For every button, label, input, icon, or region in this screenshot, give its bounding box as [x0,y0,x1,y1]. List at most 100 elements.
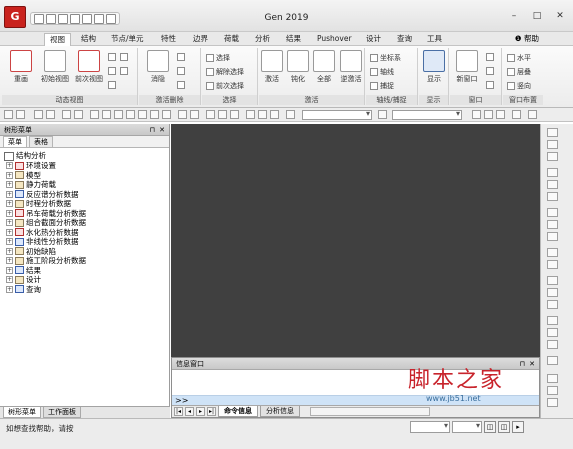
tool-icon[interactable] [138,110,147,119]
inactivate-button[interactable]: 钝化 [285,50,311,84]
tab-command-info[interactable]: 命令信息 [218,406,258,417]
tree-item[interactable]: + 吊车荷载分析数据 [4,209,169,219]
next-tab-icon[interactable]: ▸ [196,407,205,416]
tool-icon[interactable] [270,110,279,119]
expand-icon[interactable]: + [6,238,13,246]
expand-icon[interactable]: + [6,257,13,265]
tool-icon[interactable] [472,110,481,119]
tree-item[interactable]: + 环境设置 [4,161,169,171]
unit-length-select[interactable] [452,421,482,433]
expand-icon[interactable]: + [6,181,13,189]
horizontal-scrollbar[interactable] [310,407,430,416]
fit-tool-button[interactable] [120,65,128,77]
status-tool-icon[interactable]: ◫ [484,421,496,433]
tree-item[interactable]: + 初始缺陷 [4,247,169,257]
view-tool-icon[interactable] [547,208,558,217]
view-tool-icon[interactable] [547,398,558,407]
expand-icon[interactable]: + [6,276,13,284]
view-tool-icon[interactable] [547,192,558,201]
tab-analysis[interactable]: 分析 [250,33,275,46]
display-button[interactable]: 显示 [417,50,451,84]
hide-button[interactable]: 消隐 [141,50,175,84]
undo-icon[interactable] [4,110,13,119]
tool-icon[interactable] [246,110,255,119]
tab-boundary[interactable]: 边界 [188,33,213,46]
tool-icon[interactable] [102,110,111,119]
tile-horizontal-button[interactable]: 水平 [507,52,531,64]
coordinate-system-button[interactable]: 坐标系 [370,52,401,64]
expand-icon[interactable]: + [6,162,13,170]
expand-icon[interactable]: + [6,228,13,236]
expand-icon[interactable]: + [6,190,13,198]
inverse-activate-button[interactable]: 逆激活 [337,50,365,84]
zoom-in-icon[interactable] [547,276,558,285]
activate-button[interactable]: 激活 [259,50,285,84]
window-opt-1[interactable] [486,51,494,63]
unit-force-select[interactable] [410,421,450,433]
tool-icon[interactable] [206,110,215,119]
pan-tool-button[interactable] [120,51,128,63]
close-button[interactable]: ✕ [553,10,567,22]
window-opt-2[interactable] [486,65,494,77]
tree-item[interactable]: + 时程分析数据 [4,199,169,209]
tree-root[interactable]: 结构分析 [4,151,169,161]
tab-node-element[interactable]: 节点/单元 [106,33,149,46]
view-tool-icon[interactable] [547,374,558,383]
tool-icon[interactable] [34,110,43,119]
previous-select-button[interactable]: 前次选择 [206,80,244,92]
tool-icon[interactable] [528,110,537,119]
tool-icon[interactable] [126,110,135,119]
tool-icon[interactable] [512,110,521,119]
tool-icon[interactable] [62,110,71,119]
tab-results[interactable]: 结果 [281,33,306,46]
redraw-button[interactable]: 重画 [4,50,38,84]
hide-opt-3[interactable] [177,79,185,91]
expand-icon[interactable]: + [6,266,13,274]
move-icon[interactable] [547,340,558,349]
view-tool-icon[interactable] [547,260,558,269]
minimize-button[interactable]: – [507,10,521,22]
tree-item[interactable]: + 反应谱分析数据 [4,190,169,200]
toolbar-combo-1[interactable] [302,109,372,120]
close-icon[interactable]: ✕ [159,124,165,136]
view-tool-icon[interactable] [547,232,558,241]
view-tool-icon[interactable] [547,386,558,395]
tool-icon[interactable] [218,110,227,119]
tool-icon[interactable] [150,110,159,119]
tab-design[interactable]: 设计 [361,33,386,46]
view-tool-icon[interactable] [547,356,558,365]
tool-icon[interactable] [258,110,267,119]
tree-item[interactable]: + 查询 [4,285,169,295]
redo-icon[interactable] [16,110,25,119]
view-tool-icon[interactable] [547,220,558,229]
view-tool-icon[interactable] [547,168,558,177]
tab-pushover[interactable]: Pushover [312,33,357,46]
initial-view-button[interactable]: 初始视图 [38,50,72,84]
tab-table[interactable]: 表格 [29,136,53,147]
window-opt-3[interactable] [486,79,494,91]
view-tool-icon[interactable] [547,328,558,337]
hide-opt-1[interactable] [177,51,185,63]
tab-menu[interactable]: 菜单 [3,136,27,147]
tab-analysis-info[interactable]: 分析信息 [260,406,300,417]
tree-item[interactable]: + 水化热分析数据 [4,228,169,238]
prev-tab-icon[interactable]: ◂ [185,407,194,416]
tool-icon[interactable] [114,110,123,119]
tool-icon[interactable] [484,110,493,119]
tile-vertical-button[interactable]: 竖向 [507,80,531,92]
tree-item[interactable]: + 施工阶段分析数据 [4,256,169,266]
toolbar-combo-2[interactable] [392,109,462,120]
tool-icon[interactable] [162,110,171,119]
status-tool-icon[interactable]: ▸ [512,421,524,433]
tab-work-panel[interactable]: 工作面板 [43,407,81,418]
tree-item[interactable]: + 设计 [4,275,169,285]
tool-icon[interactable] [178,110,187,119]
new-window-button[interactable]: 新窗口 [450,50,484,84]
tree-item[interactable]: + 模型 [4,171,169,181]
expand-icon[interactable]: + [6,247,13,255]
first-tab-icon[interactable]: |◂ [174,407,183,416]
model-view-canvas[interactable] [171,124,540,357]
expand-icon[interactable]: + [6,200,13,208]
view-tool-icon[interactable] [547,180,558,189]
tab-tools[interactable]: 工具 [422,33,447,46]
